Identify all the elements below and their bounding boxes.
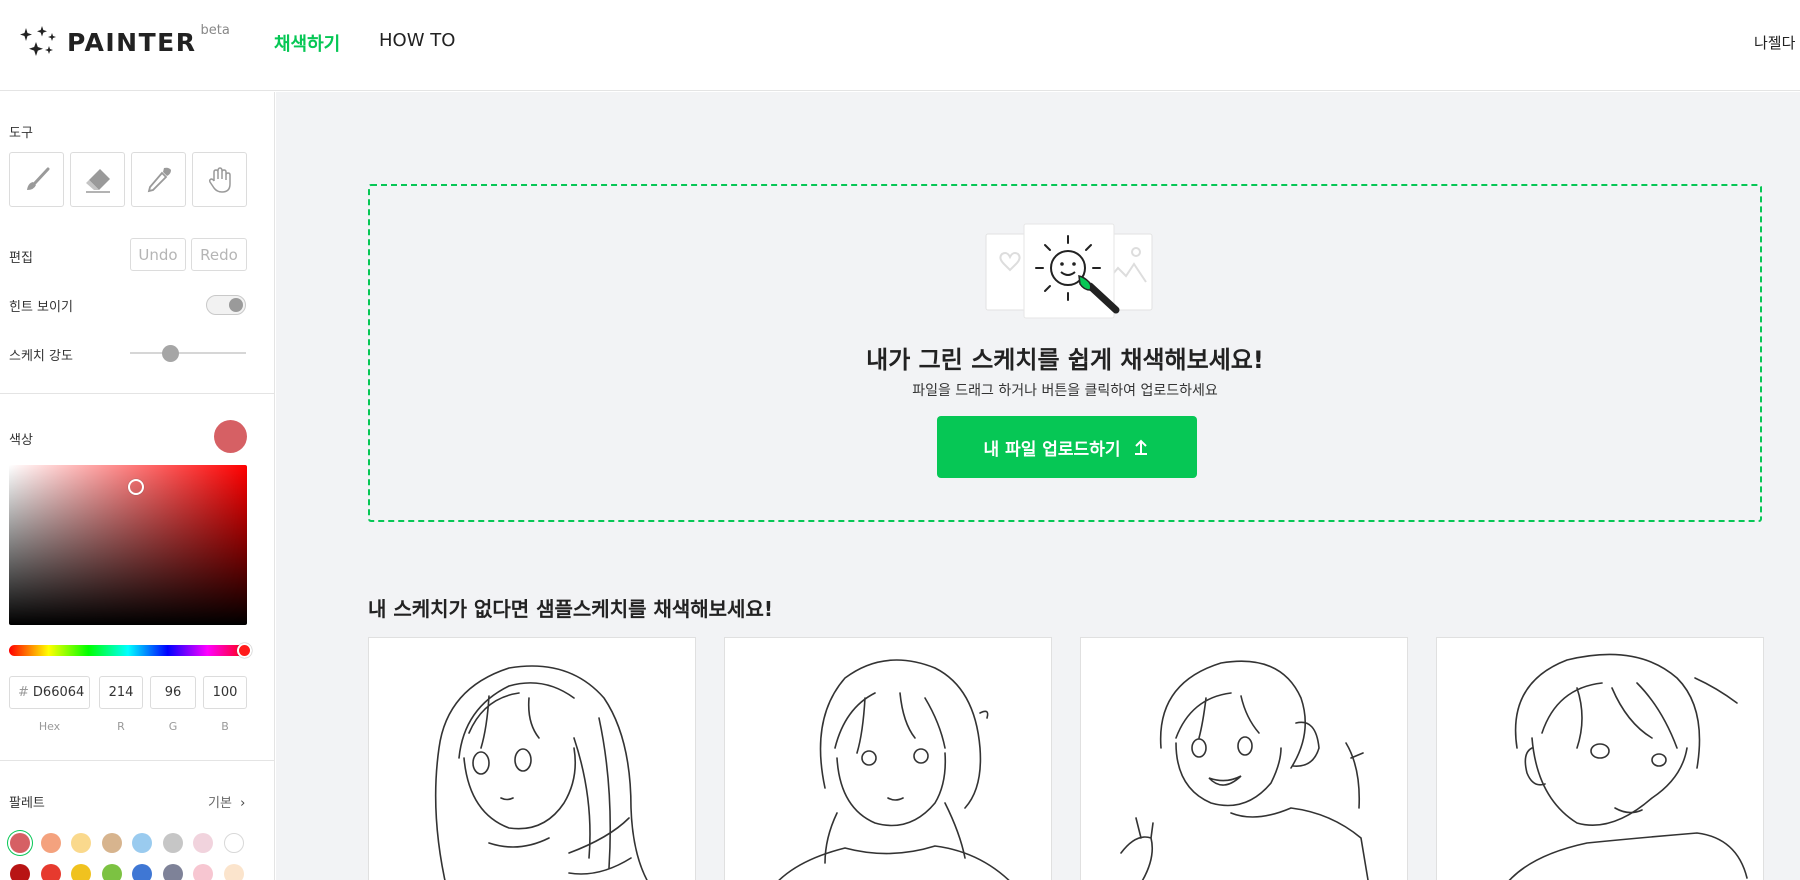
upload-arrow-icon — [1135, 439, 1148, 455]
palette-color-swatch[interactable] — [162, 864, 183, 880]
hand-tool-button[interactable] — [192, 152, 247, 207]
painter-logo[interactable]: PAINTER beta — [18, 23, 230, 58]
color-label: 색상 — [9, 433, 33, 448]
palette-label: 팔레트 — [9, 796, 45, 811]
palette-color-swatch[interactable] — [132, 864, 152, 880]
palette-color-swatch[interactable] — [193, 864, 213, 880]
brush-tool-button[interactable] — [9, 152, 64, 207]
g-caption: G — [168, 720, 178, 733]
hand-icon — [208, 166, 231, 193]
user-name[interactable]: 나젤다 님 — [1754, 32, 1800, 53]
current-color-swatch — [214, 420, 247, 453]
main-workspace: 내가 그린 스케치를 쉽게 채색해보세요! 파일을 드래그 하거나 버튼을 클릭… — [276, 92, 1800, 880]
sample-sketch-boy — [1508, 653, 1748, 880]
palette-color-swatch[interactable] — [101, 864, 122, 880]
eraser-tool-button[interactable] — [70, 152, 125, 207]
logo-text: PAINTER — [67, 28, 197, 57]
sparkle-icon — [20, 26, 56, 56]
sketch-strength-knob[interactable] — [162, 345, 179, 362]
hex-prefix: # — [18, 685, 29, 700]
nav-how-to[interactable]: HOW TO — [379, 30, 455, 51]
sidebar-divider — [0, 760, 275, 761]
palette-color-swatch[interactable] — [10, 864, 30, 880]
g-input[interactable]: 96 — [150, 676, 196, 709]
chevron-right-icon: › — [240, 796, 246, 811]
eyedropper-tool-button[interactable] — [131, 152, 186, 207]
palette-color-swatch[interactable] — [223, 864, 244, 880]
saturation-cursor[interactable] — [128, 479, 144, 495]
edit-label: 편집 — [9, 251, 33, 266]
sketch-illustration-icon — [985, 223, 1153, 319]
sidebar-divider — [0, 393, 275, 394]
dropzone-title: 내가 그린 스케치를 쉽게 채색해보세요! — [866, 346, 1264, 374]
brush-icon — [26, 167, 49, 190]
tool-sidebar: 도구 편집 Undo Redo 힌트 보이기 스케치 강도 색상 # D6606… — [0, 92, 275, 880]
palette-color-swatch[interactable] — [132, 833, 152, 853]
beta-badge: beta — [200, 23, 230, 38]
hex-value: D66064 — [32, 685, 85, 700]
samples-section-title: 내 스케치가 없다면 샘플스케치를 채색해보세요! — [368, 597, 773, 621]
upload-button-label: 내 파일 업로드하기 — [983, 439, 1121, 460]
r-input[interactable]: 214 — [99, 676, 143, 709]
palette-color-swatch[interactable] — [223, 833, 244, 853]
palette-color-swatch[interactable] — [71, 864, 91, 880]
palette-color-swatch[interactable] — [162, 833, 183, 853]
redo-button[interactable]: Redo — [191, 238, 247, 271]
hex-caption: Hex — [38, 720, 61, 733]
undo-button[interactable]: Undo — [130, 238, 186, 271]
sample-sketch-card[interactable] — [368, 637, 696, 880]
hint-toggle[interactable] — [206, 295, 246, 315]
palette-mode-label: 기본 — [208, 796, 232, 811]
r-caption: R — [117, 720, 125, 733]
eyedropper-icon — [147, 167, 171, 192]
hue-slider[interactable] — [9, 645, 247, 656]
hint-label: 힌트 보이기 — [9, 300, 73, 315]
sketch-strength-label: 스케치 강도 — [9, 349, 73, 364]
hex-input[interactable]: # D66064 — [9, 676, 90, 709]
b-caption: B — [221, 720, 229, 733]
sample-sketch-long-hair-girl — [434, 665, 648, 880]
upload-file-button[interactable]: 내 파일 업로드하기 — [937, 416, 1197, 478]
palette-color-swatch[interactable] — [40, 864, 61, 880]
sample-sketch-card[interactable] — [1436, 637, 1764, 880]
sample-sketch-card[interactable] — [724, 637, 1052, 880]
upload-dropzone[interactable]: 내가 그린 스케치를 쉽게 채색해보세요! 파일을 드래그 하거나 버튼을 클릭… — [368, 184, 1762, 522]
dropzone-subtitle: 파일을 드래그 하거나 버튼을 클릭하여 업로드하세요 — [912, 383, 1218, 399]
top-header: PAINTER beta 채색하기 HOW TO 나젤다 님 — [0, 0, 1800, 91]
hint-toggle-knob — [229, 298, 243, 312]
palette-color-swatch[interactable] — [101, 833, 122, 853]
sample-sketch-card[interactable] — [1080, 637, 1408, 880]
b-input[interactable]: 100 — [203, 676, 247, 709]
palette-color-swatch[interactable] — [71, 833, 91, 853]
palette-color-swatch[interactable] — [40, 833, 61, 853]
nav-colorize[interactable]: 채색하기 — [274, 30, 340, 56]
sample-sketch-bob-hair-girl — [778, 659, 1010, 880]
palette-color-swatch[interactable] — [193, 833, 213, 853]
tools-label: 도구 — [9, 126, 33, 141]
sketch-strength-track[interactable] — [130, 352, 246, 354]
palette-color-swatch[interactable] — [10, 833, 30, 853]
hue-slider-knob[interactable] — [237, 643, 252, 658]
eraser-icon — [85, 168, 110, 193]
sample-sketch-smiling-girl — [1120, 660, 1369, 880]
palette-mode-link[interactable]: 기본 › — [208, 792, 245, 811]
